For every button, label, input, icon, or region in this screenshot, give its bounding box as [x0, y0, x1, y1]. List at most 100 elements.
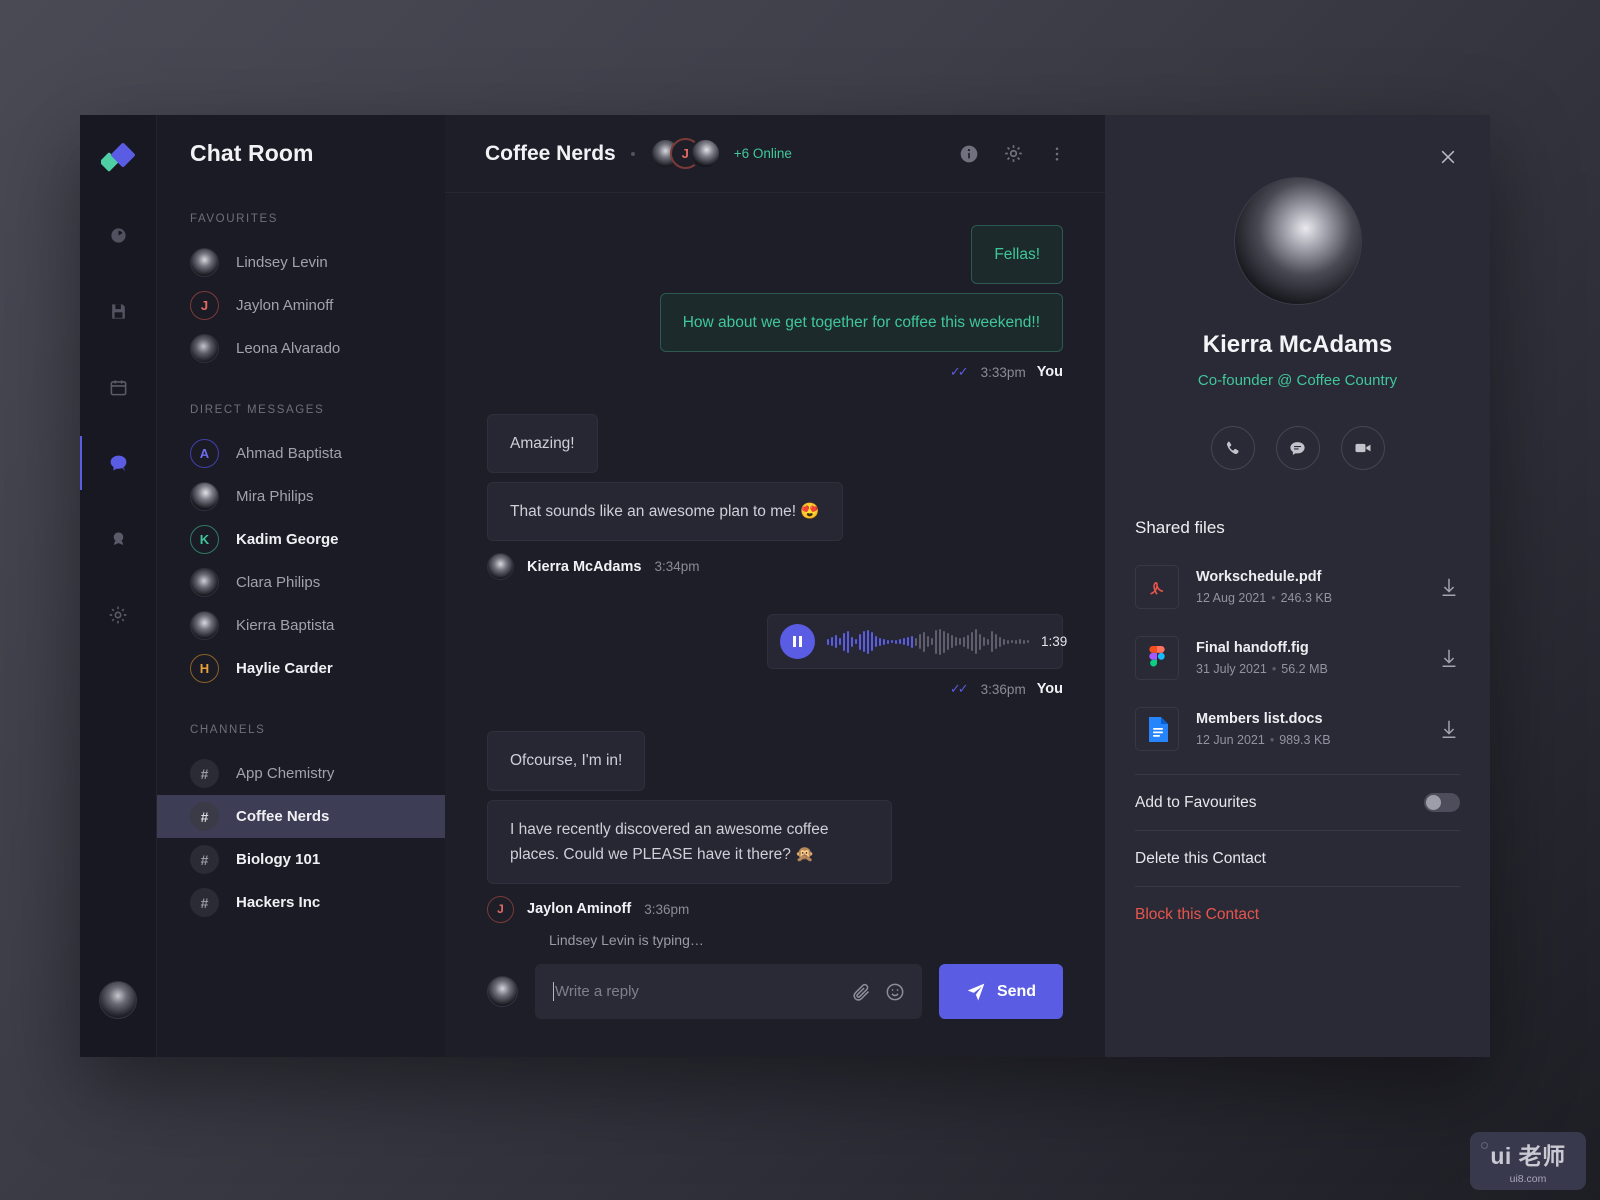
calendar-icon[interactable]	[99, 368, 137, 406]
sidebar-item-ahmad-baptista[interactable]: A Ahmad Baptista	[157, 432, 445, 475]
gear-icon[interactable]	[998, 139, 1028, 169]
send-button[interactable]: Send	[939, 964, 1063, 1019]
favourites-toggle[interactable]	[1424, 793, 1460, 812]
file-row[interactable]: Members list.docs 12 Jun 2021 • 989.3 KB	[1135, 702, 1460, 756]
reply-input[interactable]	[555, 983, 837, 1000]
file-info: Members list.docs 12 Jun 2021 • 989.3 KB	[1196, 711, 1438, 747]
sidebar-item-clara-philips[interactable]: Clara Philips	[157, 561, 445, 604]
file-info: Workschedule.pdf 12 Aug 2021 • 246.3 KB	[1196, 569, 1438, 605]
reply-input-wrapper[interactable]	[535, 964, 922, 1019]
call-icon[interactable]	[1210, 426, 1255, 470]
option-label: Block this Contact	[1135, 905, 1260, 923]
avatar-initial: H	[190, 654, 219, 683]
section-label-favourites: FAVOURITES	[190, 213, 278, 225]
gear-icon[interactable]	[99, 596, 137, 634]
video-icon[interactable]	[1340, 426, 1385, 470]
message-group: Fellas! How about we get together for co…	[487, 225, 1063, 414]
watermark-sub: ui8.com	[1509, 1173, 1547, 1185]
sidebar-item-app-chemistry[interactable]: # App Chemistry	[157, 752, 445, 795]
download-icon[interactable]	[1438, 718, 1460, 740]
file-row[interactable]: Workschedule.pdf 12 Aug 2021 • 246.3 KB	[1135, 560, 1460, 614]
list-item-label: App Chemistry	[236, 765, 335, 782]
member-avatar-stack[interactable]: J	[649, 138, 721, 169]
voice-duration: 1:39	[1041, 634, 1068, 650]
chat-main: Coffee Nerds J +6 Online Fellas! How abo…	[445, 115, 1105, 1057]
sidebar-item-haylie-carder[interactable]: H Haylie Carder	[157, 647, 445, 690]
profile-name: Kierra McAdams	[1202, 331, 1393, 358]
page-title: Chat Room	[190, 140, 314, 166]
icon-rail	[80, 115, 156, 1057]
voice-message[interactable]: 1:39	[767, 614, 1067, 670]
sidebar-item-mira-philips[interactable]: Mira Philips	[157, 475, 445, 518]
avatar	[190, 334, 219, 363]
file-date: 12 Aug 2021	[1196, 591, 1267, 605]
avatar-initial: A	[190, 439, 219, 468]
option-label: Add to Favourites	[1135, 793, 1257, 811]
typing-indicator: Lindsey Levin is typing…	[549, 932, 704, 948]
online-label: Online	[752, 146, 792, 161]
sidebar-item-lindsey-levin[interactable]: Lindsey Levin	[157, 241, 445, 284]
message-author: You	[1036, 681, 1063, 698]
file-meta: 12 Aug 2021 • 246.3 KB	[1196, 591, 1333, 605]
shared-files-title: Shared files	[1135, 518, 1225, 537]
download-icon[interactable]	[1438, 576, 1460, 598]
emoji-icon[interactable]	[885, 982, 905, 1002]
message-time: 3:36pm	[980, 681, 1026, 697]
chat-sidebar: Chat Room FAVOURITES Lindsey Levin J Jay…	[156, 115, 445, 1057]
current-user-avatar[interactable]	[99, 981, 137, 1019]
avatar	[689, 138, 721, 169]
sidebar-item-hackers-inc[interactable]: # Hackers Inc	[157, 881, 445, 924]
app-logo[interactable]	[99, 142, 135, 172]
message-meta: J Jaylon Aminoff 3:36pm	[487, 895, 689, 923]
list-item-label: Biology 101	[236, 851, 321, 868]
sidebar-item-kierra-baptista[interactable]: Kierra Baptista	[157, 604, 445, 647]
list-item-label: Clara Philips	[236, 574, 321, 591]
add-to-favourites-row[interactable]: Add to Favourites	[1135, 775, 1460, 830]
text-caret	[553, 982, 554, 1001]
paperclip-icon[interactable]	[851, 982, 871, 1002]
send-button-label: Send	[996, 982, 1037, 1000]
read-receipt-icon: ✓✓	[949, 681, 969, 697]
message-bubble: I have recently discovered an awesome co…	[487, 799, 892, 884]
dashboard-icon[interactable]	[99, 216, 137, 254]
file-row[interactable]: Final handoff.fig 31 July 2021 • 56.2 MB	[1135, 631, 1460, 685]
file-size: 246.3 KB	[1280, 591, 1333, 605]
message-bubble: That sounds like an awesome plan to me! …	[487, 482, 843, 542]
app-window: Chat Room FAVOURITES Lindsey Levin J Jay…	[80, 115, 1490, 1057]
message-icon[interactable]	[1275, 426, 1320, 470]
option-label: Delete this Contact	[1135, 849, 1266, 867]
file-date: 12 Jun 2021	[1196, 733, 1265, 747]
watermark: ui 老师 ui8.com	[1470, 1132, 1586, 1190]
message-bubble: How about we get together for coffee thi…	[659, 293, 1063, 353]
save-icon[interactable]	[99, 292, 137, 330]
more-vertical-icon[interactable]	[1042, 139, 1072, 169]
profile-panel: Kierra McAdams Co-founder @ Coffee Count…	[1105, 115, 1490, 1057]
info-icon[interactable]	[954, 139, 984, 169]
message-meta: ✓✓ 3:33pm You	[950, 364, 1063, 380]
sidebar-item-jaylon-aminoff[interactable]: J Jaylon Aminoff	[157, 284, 445, 327]
close-icon[interactable]	[1436, 145, 1460, 169]
sidebar-item-leona-alvarado[interactable]: Leona Alvarado	[157, 327, 445, 370]
list-item-label: Kadim George	[236, 531, 339, 548]
file-info: Final handoff.fig 31 July 2021 • 56.2 MB	[1196, 640, 1438, 676]
file-date: 31 July 2021	[1196, 662, 1267, 676]
waveform[interactable]	[827, 628, 1029, 655]
badge-icon[interactable]	[99, 520, 137, 558]
hash-icon: #	[190, 802, 219, 831]
block-contact-row[interactable]: Block this Contact	[1135, 887, 1460, 942]
sidebar-item-kadim-george[interactable]: K Kadim George	[157, 518, 445, 561]
avatar-initial: J	[190, 291, 219, 320]
sidebar-item-biology-101[interactable]: # Biology 101	[157, 838, 445, 881]
pause-icon[interactable]	[780, 624, 815, 660]
file-meta: 12 Jun 2021 • 989.3 KB	[1196, 733, 1331, 747]
avatar	[190, 248, 219, 277]
sidebar-item-coffee-nerds[interactable]: # Coffee Nerds	[157, 795, 445, 838]
delete-contact-row[interactable]: Delete this Contact	[1135, 831, 1460, 886]
download-icon[interactable]	[1438, 647, 1460, 669]
file-name: Final handoff.fig	[1196, 640, 1309, 656]
hash-icon: #	[190, 845, 219, 874]
list-item-label: Ahmad Baptista	[236, 445, 342, 462]
chat-icon[interactable]	[80, 436, 137, 490]
message-list: Fellas! How about we get together for co…	[445, 193, 1105, 932]
docs-icon	[1135, 707, 1179, 751]
